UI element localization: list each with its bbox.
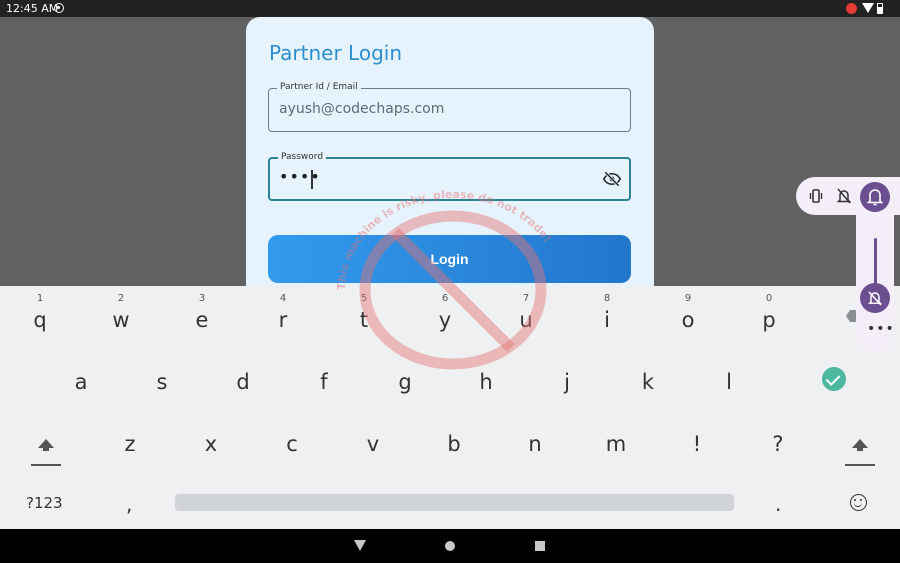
key-y[interactable]: 6y [415,290,475,336]
emoji-icon[interactable] [850,494,867,511]
status-time: 12:45 AM [6,2,59,15]
visibility-off-icon[interactable] [602,170,622,188]
bell-off-icon[interactable] [836,187,852,205]
status-bar: 12:45 AM [0,0,900,17]
key-l[interactable]: l [699,352,759,398]
key-b[interactable]: b [424,414,484,460]
home-icon[interactable] [445,541,455,551]
key-comma[interactable]: , [126,492,132,516]
shift-left-icon[interactable] [31,436,61,470]
wifi-icon [862,3,874,13]
screen-record-icon [846,3,857,14]
password-value: •••• [279,167,321,186]
key-f[interactable]: f [294,352,354,398]
key-w[interactable]: 2w [91,290,151,336]
key-t[interactable]: 5t [334,290,394,336]
key-d[interactable]: d [213,352,273,398]
login-card: Partner Login Partner Id / Email ayush@c… [246,17,654,317]
volume-slider-track[interactable] [874,238,877,286]
key-o[interactable]: 9o [658,290,718,336]
spacebar[interactable] [175,494,734,511]
key-p[interactable]: 0p [739,290,799,336]
key-c[interactable]: c [262,414,322,460]
more-options-icon[interactable]: ••• [867,322,894,336]
key-x[interactable]: x [181,414,241,460]
key-exclamation[interactable]: ! [667,414,727,460]
password-field[interactable]: Password •••• [268,152,631,201]
media-mute-icon [867,291,883,306]
symbols-key[interactable]: ?123 [26,494,63,512]
key-period[interactable]: . [775,492,781,516]
shift-right-icon[interactable] [845,436,875,470]
login-button[interactable]: Login [268,235,631,283]
key-a[interactable]: a [51,352,111,398]
recents-icon[interactable] [535,541,545,551]
password-label: Password [278,152,327,162]
key-e[interactable]: 3e [172,290,232,336]
key-i[interactable]: 8i [577,290,637,336]
key-z[interactable]: z [100,414,160,460]
recording-indicator-icon [54,3,64,13]
key-h[interactable]: h [456,352,516,398]
key-k[interactable]: k [618,352,678,398]
partner-id-field[interactable]: Partner Id / Email ayush@codechaps.com [268,82,631,132]
page-title: Partner Login [269,41,402,65]
text-cursor [311,170,313,189]
navigation-bar [0,529,900,563]
battery-icon [877,3,883,14]
key-s[interactable]: s [132,352,192,398]
partner-id-value: ayush@codechaps.com [279,101,445,117]
key-g[interactable]: g [375,352,435,398]
key-n[interactable]: n [505,414,565,460]
key-v[interactable]: v [343,414,403,460]
key-m[interactable]: m [586,414,646,460]
bell-icon [866,189,884,206]
key-question[interactable]: ? [748,414,808,460]
key-u[interactable]: 7u [496,290,556,336]
key-j[interactable]: j [537,352,597,398]
key-r[interactable]: 4r [253,290,313,336]
back-icon[interactable] [354,540,366,551]
key-q[interactable]: 1q [10,290,70,336]
ring-mode-button[interactable] [860,182,890,212]
partner-id-label: Partner Id / Email [277,82,361,92]
vibrate-icon[interactable] [808,188,824,204]
volume-slider-thumb[interactable] [860,283,890,313]
done-check-icon[interactable] [822,367,846,391]
